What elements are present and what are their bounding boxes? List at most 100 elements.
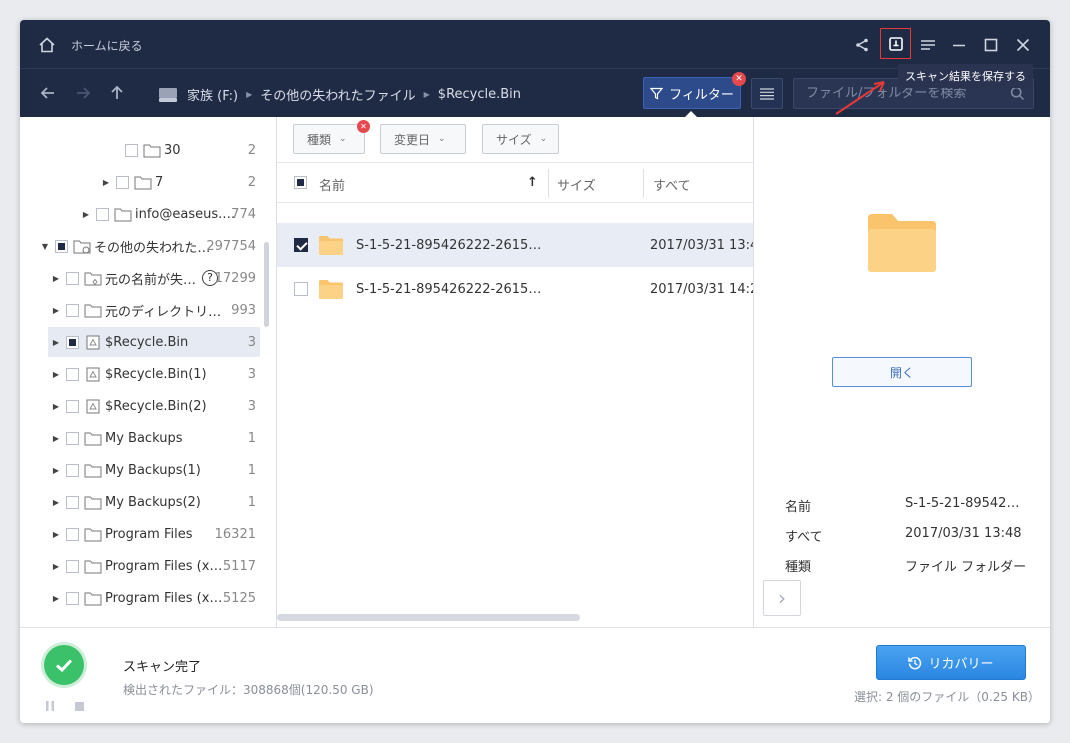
- scan-status: スキャン完了: [123, 660, 202, 675]
- prop-name-value: S-1-5-21-89542…: [905, 496, 1020, 511]
- expand-arrow-icon[interactable]: ▶: [52, 338, 60, 347]
- column-all[interactable]: すべて: [653, 175, 691, 194]
- file-checkbox[interactable]: [294, 238, 308, 252]
- expand-arrow-icon[interactable]: ▶: [52, 562, 60, 571]
- expand-arrow-icon[interactable]: ▶: [82, 210, 90, 219]
- recover-button[interactable]: リカバリー: [876, 645, 1026, 680]
- expand-arrow-icon[interactable]: ▶: [52, 434, 60, 443]
- prop-date-value: 2017/03/31 13:48: [905, 526, 1022, 541]
- expand-arrow-icon[interactable]: ▶: [52, 498, 60, 507]
- tree-checkbox[interactable]: [66, 399, 79, 413]
- tree-item[interactable]: ▶ $Recycle.Bin(1) 3: [20, 359, 260, 389]
- tree-checkbox[interactable]: [66, 271, 79, 285]
- file-checkbox[interactable]: [294, 282, 308, 296]
- expand-arrow-icon[interactable]: ▶: [52, 530, 60, 539]
- horizontal-scrollbar[interactable]: [277, 614, 580, 621]
- tree-item-count: 17299: [214, 270, 256, 286]
- pause-icon[interactable]: [45, 701, 55, 711]
- tree-checkbox[interactable]: [66, 591, 79, 605]
- tree-checkbox[interactable]: [125, 143, 138, 157]
- breadcrumb-recycle-bin[interactable]: $Recycle.Bin: [438, 87, 521, 102]
- expand-arrow-icon[interactable]: ▶: [102, 178, 110, 187]
- expand-arrow-icon[interactable]: ▶: [52, 594, 60, 603]
- save-scan-button[interactable]: [880, 28, 911, 59]
- tree-checkbox[interactable]: [66, 527, 79, 541]
- tree-checkbox[interactable]: [66, 495, 79, 509]
- filter-button[interactable]: フィルター ✕: [643, 72, 746, 109]
- tree-item[interactable]: ▼ その他の失われたフ… 297754: [20, 231, 260, 261]
- navigation-bar: 家族 (F:) ▶ その他の失われたファイル ▶ $Recycle.Bin フィ…: [20, 68, 1050, 118]
- breadcrumb-lost-files[interactable]: その他の失われたファイル: [260, 85, 415, 104]
- tree-checkbox[interactable]: [66, 431, 79, 445]
- tree-item[interactable]: ▶ My Backups(1) 1: [20, 455, 260, 485]
- tree-item[interactable]: 30 2: [20, 135, 260, 165]
- search-icon[interactable]: [1010, 86, 1025, 101]
- minimize-button[interactable]: [946, 32, 972, 58]
- file-row[interactable]: S-1-5-21-895426222-2615… 2017/03/31 14:2: [277, 267, 753, 311]
- stop-icon[interactable]: [75, 702, 84, 711]
- tree-checkbox[interactable]: [66, 559, 79, 573]
- expand-arrow-icon[interactable]: ▶: [52, 370, 60, 379]
- view-mode-button[interactable]: [751, 78, 783, 109]
- tree-checkbox[interactable]: [55, 239, 68, 253]
- tree-item[interactable]: ▶ Program Files (x… 5117: [20, 551, 260, 581]
- file-row[interactable]: S-1-5-21-895426222-2615… 2017/03/31 13:4…: [277, 223, 753, 267]
- tree-item[interactable]: ▶ 元のディレクトリを失っ… 993: [20, 295, 260, 325]
- size-filter-dropdown[interactable]: サイズ ⌄: [482, 124, 559, 154]
- open-button[interactable]: 開く: [832, 357, 972, 387]
- tree-item-count: 16321: [214, 526, 256, 542]
- chevron-down-icon: ⌄: [438, 134, 446, 144]
- expand-arrow-icon[interactable]: ▶: [52, 274, 60, 283]
- tree-item[interactable]: ▶ $Recycle.Bin(2) 3: [20, 391, 260, 421]
- tree-checkbox[interactable]: [66, 367, 79, 381]
- found-files-summary: 検出されたファイル：308868個(120.50 GB): [123, 683, 374, 697]
- clear-type-filter-icon[interactable]: ✕: [357, 120, 370, 133]
- tree-checkbox[interactable]: [96, 207, 109, 221]
- type-filter-dropdown[interactable]: 種類 ⌄ ✕: [293, 120, 370, 154]
- clear-filter-icon[interactable]: ✕: [732, 72, 746, 86]
- expand-arrow-icon[interactable]: ▶: [52, 466, 60, 475]
- home-icon[interactable]: [38, 36, 56, 54]
- select-all-checkbox[interactable]: [294, 176, 307, 189]
- share-button[interactable]: [849, 32, 875, 58]
- tree-item[interactable]: ▶ Program Files (x… 5125: [20, 583, 260, 613]
- date-filter-dropdown[interactable]: 変更日 ⌄: [380, 124, 466, 154]
- column-size[interactable]: サイズ: [557, 175, 596, 194]
- tree-item[interactable]: ▶ 7 2: [20, 167, 260, 197]
- breadcrumb: 家族 (F:) ▶ その他の失われたファイル ▶ $Recycle.Bin: [158, 85, 521, 104]
- column-name[interactable]: 名前: [319, 175, 345, 194]
- recover-icon: [908, 656, 922, 669]
- folder-icon: [84, 432, 102, 445]
- home-link[interactable]: ホームに戻る: [71, 37, 143, 54]
- column-divider[interactable]: [643, 169, 644, 198]
- tree-checkbox[interactable]: [66, 335, 79, 349]
- drive-icon: [159, 87, 177, 102]
- tree-item[interactable]: ▶ info@easeus.… 774: [20, 199, 260, 229]
- close-button[interactable]: [1010, 32, 1036, 58]
- tree-item[interactable]: ▶ Program Files 16321: [20, 519, 260, 549]
- status-footer: スキャン完了 検出されたファイル：308868個(120.50 GB) リカバリ…: [20, 627, 1050, 723]
- column-divider[interactable]: [548, 169, 549, 198]
- sort-ascending-icon[interactable]: ↑: [527, 175, 538, 190]
- collapse-arrow-icon[interactable]: ▼: [41, 242, 49, 251]
- expand-arrow-icon[interactable]: ▶: [52, 402, 60, 411]
- tree-item[interactable]: ▶ My Backups(2) 1: [20, 487, 260, 517]
- menu-button[interactable]: [915, 32, 941, 58]
- tree-checkbox[interactable]: [66, 463, 79, 477]
- tree-item-selected[interactable]: ▶ $Recycle.Bin 3: [48, 327, 260, 357]
- chevron-right-icon: ›: [778, 586, 786, 610]
- next-page-button[interactable]: ›: [763, 580, 801, 616]
- tree-item[interactable]: ▶ 元の名前が失… ? 17299: [20, 263, 260, 293]
- prop-date-label: すべて: [785, 530, 823, 545]
- tree-checkbox[interactable]: [116, 175, 129, 189]
- forward-arrow-icon[interactable]: [73, 83, 93, 103]
- back-arrow-icon[interactable]: [38, 83, 58, 103]
- tree-scrollbar[interactable]: [264, 242, 269, 327]
- maximize-button[interactable]: [978, 32, 1004, 58]
- tree-item-count: 3: [247, 334, 256, 350]
- tree-checkbox[interactable]: [66, 303, 79, 317]
- tree-item[interactable]: ▶ My Backups 1: [20, 423, 260, 453]
- breadcrumb-drive[interactable]: 家族 (F:): [187, 85, 238, 104]
- expand-arrow-icon[interactable]: ▶: [52, 306, 60, 315]
- up-arrow-icon[interactable]: [107, 83, 127, 103]
